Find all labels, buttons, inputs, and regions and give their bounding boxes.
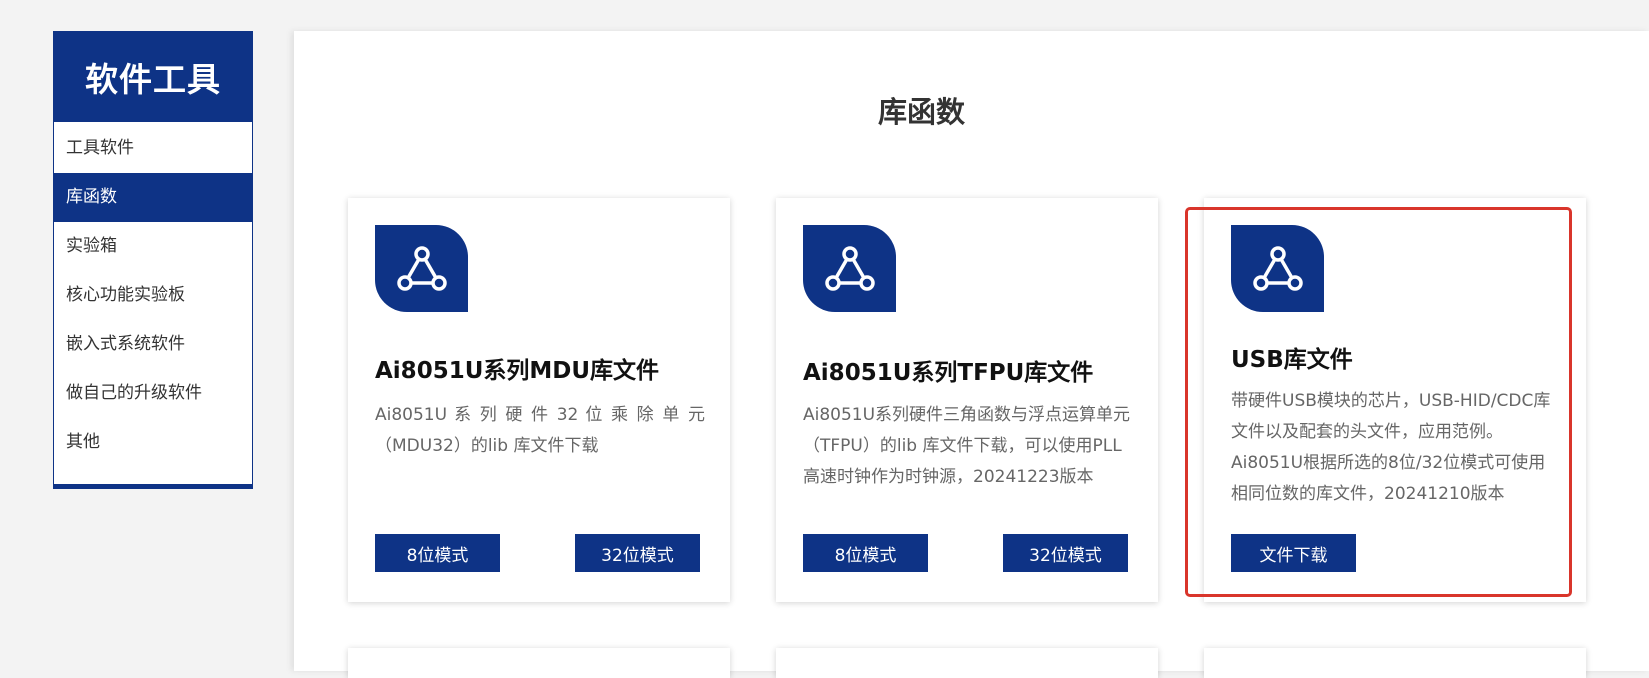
- sidebar-item-other[interactable]: 其他: [54, 418, 252, 467]
- card-desc-line1: Ai8051U 系 列 硬 件 32 位 乘 除 单 元: [375, 405, 705, 425]
- card-row2-2: [776, 648, 1158, 678]
- sidebar-item-experiment-box[interactable]: 实验箱: [54, 222, 252, 271]
- sidebar-item-embedded-software[interactable]: 嵌入式系统软件: [54, 320, 252, 369]
- sidebar: 软件工具 工具软件 库函数 实验箱 核心功能实验板 嵌入式系统软件 做自己的升级…: [53, 31, 253, 489]
- sidebar-item-tool-software[interactable]: 工具软件: [54, 124, 252, 173]
- share-network-icon: [803, 225, 896, 312]
- 32bit-mode-button[interactable]: 32位模式: [575, 534, 700, 572]
- sidebar-item-core-board[interactable]: 核心功能实验板: [54, 271, 252, 320]
- 32bit-mode-button[interactable]: 32位模式: [1003, 534, 1128, 572]
- file-download-button[interactable]: 文件下载: [1231, 534, 1356, 572]
- card-title: USB库文件: [1231, 347, 1353, 373]
- card-mdu: Ai8051U系列MDU库文件 Ai8051U 系 列 硬 件 32 位 乘 除…: [348, 198, 730, 602]
- sidebar-title: 软件工具: [54, 32, 252, 122]
- card-desc-line2: （MDU32）的lib 库文件下载: [375, 436, 599, 456]
- card-row2-1: [348, 648, 730, 678]
- card-desc: 带硬件USB模块的芯片，USB-HID/CDC库文件以及配套的头文件，应用范例。…: [1231, 391, 1551, 504]
- card-tfpu: Ai8051U系列TFPU库文件 Ai8051U系列硬件三角函数与浮点运算单元（…: [776, 198, 1158, 602]
- card-title: Ai8051U系列TFPU库文件: [803, 360, 1094, 386]
- card-title: Ai8051U系列MDU库文件: [375, 358, 660, 384]
- card-usb: USB库文件 带硬件USB模块的芯片，USB-HID/CDC库文件以及配套的头文…: [1204, 198, 1586, 602]
- share-network-icon: [375, 225, 468, 312]
- card-row2-3: [1204, 648, 1586, 678]
- page-title: 库函数: [877, 95, 965, 129]
- share-network-icon: [1231, 225, 1324, 312]
- sidebar-item-upgrade-software[interactable]: 做自己的升级软件: [54, 369, 252, 418]
- 8bit-mode-button[interactable]: 8位模式: [375, 534, 500, 572]
- 8bit-mode-button[interactable]: 8位模式: [803, 534, 928, 572]
- sidebar-menu: 工具软件 库函数 实验箱 核心功能实验板 嵌入式系统软件 做自己的升级软件 其他: [54, 122, 252, 467]
- card-desc: Ai8051U系列硬件三角函数与浮点运算单元（TFPU）的lib 库文件下载，可…: [803, 405, 1131, 487]
- sidebar-item-library[interactable]: 库函数: [54, 173, 252, 222]
